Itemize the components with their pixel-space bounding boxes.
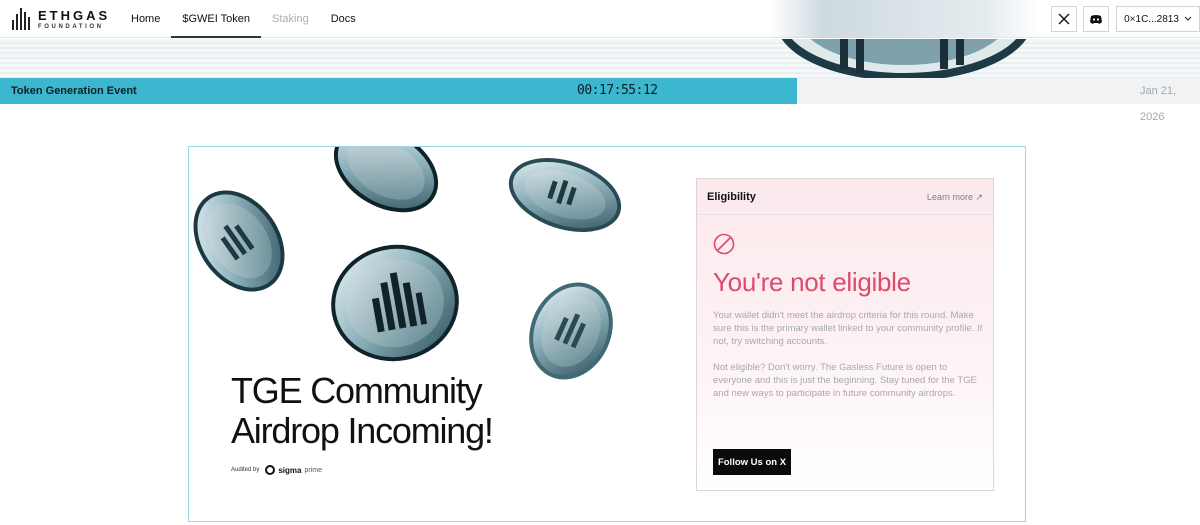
nav-docs[interactable]: Docs bbox=[320, 0, 367, 38]
eligibility-panel: Eligibility Learn more ↗ You're not elig… bbox=[696, 178, 994, 491]
logo-subtitle: FOUNDATION bbox=[38, 23, 104, 30]
auditor-name: sigma bbox=[278, 465, 302, 475]
follow-on-x-button[interactable]: Follow Us on X bbox=[713, 449, 791, 475]
hero-title-line1: TGE Community bbox=[231, 370, 483, 411]
nav-home[interactable]: Home bbox=[120, 0, 171, 38]
wallet-button[interactable]: 0×1C...2813 bbox=[1116, 6, 1200, 32]
wallet-address: 0×1C...2813 bbox=[1124, 13, 1179, 25]
nav-gwei-token[interactable]: $GWEI Token bbox=[171, 0, 262, 38]
banner-coin-image bbox=[770, 39, 1040, 78]
hero-title: TGE Community Airdrop Incoming! bbox=[231, 370, 494, 451]
tge-progress-bar: Token Generation Event 00:17:55:12 Jan 2… bbox=[0, 78, 1200, 123]
eligibility-header: Eligibility Learn more ↗ bbox=[697, 179, 993, 215]
ethgas-logo[interactable]: ETHGAS FOUNDATION bbox=[12, 8, 110, 30]
banner-blur bbox=[770, 0, 1040, 38]
tge-label: Token Generation Event bbox=[11, 85, 137, 97]
learn-more-link[interactable]: Learn more ↗ bbox=[927, 192, 983, 203]
discord-button[interactable] bbox=[1083, 6, 1109, 32]
x-social-button[interactable] bbox=[1051, 6, 1077, 32]
auditor-suffix: prime bbox=[304, 466, 322, 474]
discord-icon bbox=[1090, 14, 1102, 24]
audit-badge: Audited by sigma prime bbox=[231, 465, 322, 475]
not-eligible-heading: You're not eligible bbox=[713, 267, 911, 297]
audited-by-label: Audited by bbox=[231, 467, 260, 473]
airdrop-card: TGE Community Airdrop Incoming! Audited … bbox=[188, 146, 1026, 522]
coins-illustration bbox=[193, 147, 622, 380]
hero-title-line2: Airdrop Incoming! bbox=[231, 410, 494, 451]
chevron-down-icon bbox=[1184, 16, 1192, 21]
x-logo-icon bbox=[1058, 13, 1070, 25]
ban-icon bbox=[713, 233, 735, 255]
logo-icon bbox=[12, 8, 32, 30]
tge-date: Jan 21, 2026 bbox=[1140, 85, 1177, 123]
eligibility-message-1: Your wallet didn't meet the airdrop crit… bbox=[713, 310, 983, 347]
eligibility-message-2: Not eligible? Don't worry. The Gasless F… bbox=[713, 362, 977, 399]
sigma-logo-icon bbox=[265, 465, 276, 475]
nav-staking[interactable]: Staking bbox=[261, 0, 320, 38]
tge-countdown: 00:17:55:12 bbox=[577, 83, 658, 98]
sigma-prime-logo: sigma prime bbox=[265, 465, 322, 475]
logo-title: ETHGAS bbox=[38, 7, 111, 23]
main-nav: Home $GWEI Token Staking Docs bbox=[120, 0, 367, 38]
eligibility-title: Eligibility bbox=[707, 191, 756, 203]
